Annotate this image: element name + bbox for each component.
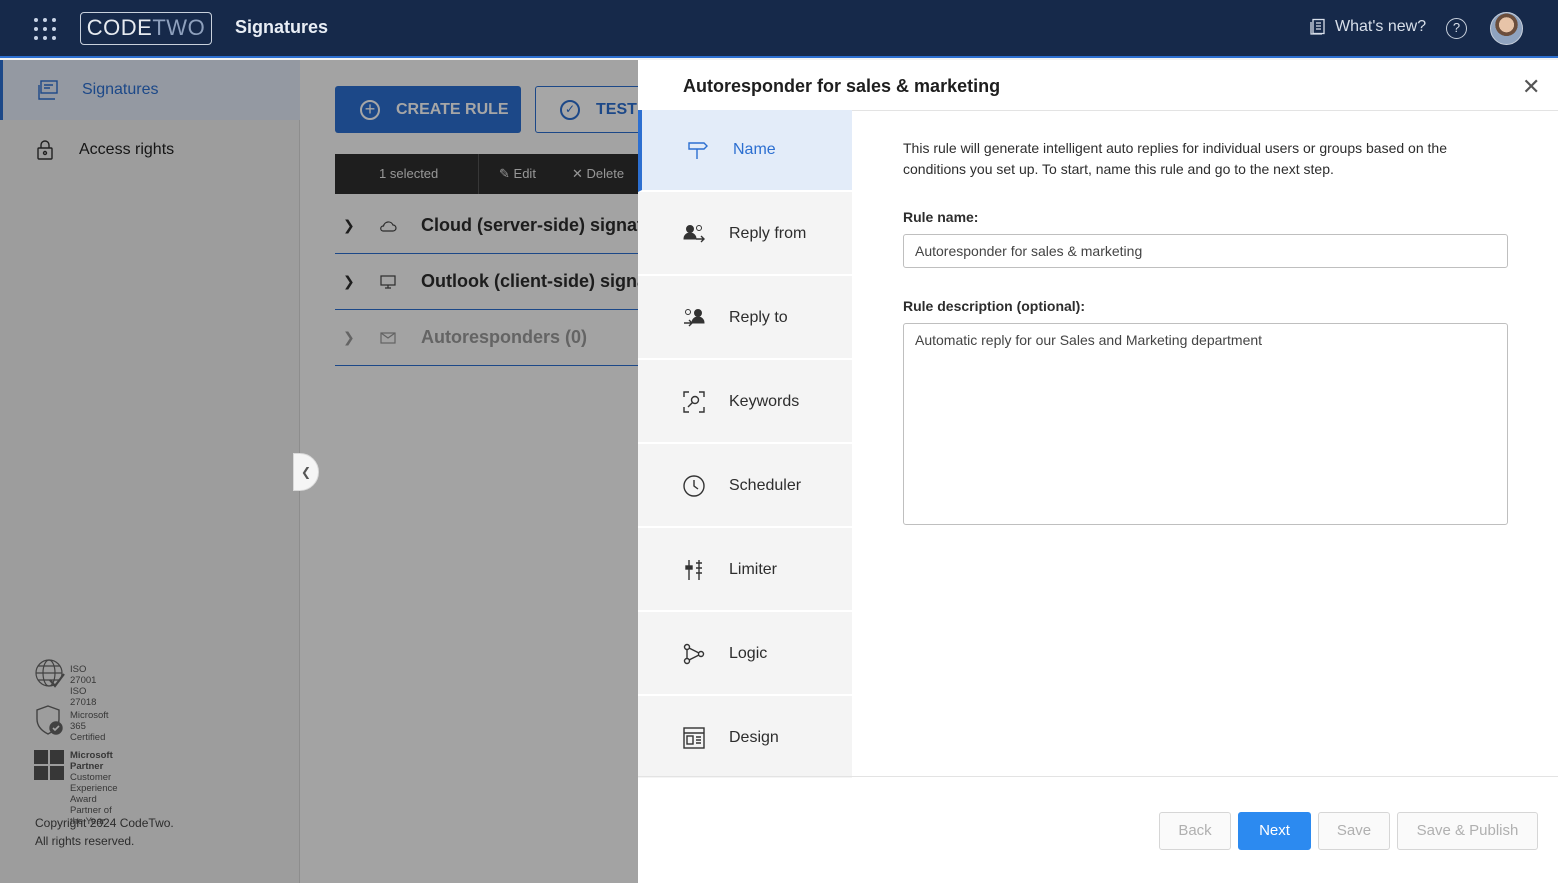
keywords-icon bbox=[683, 391, 705, 413]
next-button[interactable]: Next bbox=[1238, 812, 1311, 850]
chevron-left-icon: ❮ bbox=[300, 465, 312, 479]
rule-description-textarea[interactable]: Automatic reply for our Sales and Market… bbox=[903, 323, 1508, 525]
rule-name-form: This rule will generate intelligent auto… bbox=[903, 138, 1508, 525]
rule-name-label: Rule name: bbox=[903, 209, 979, 225]
step-keywords[interactable]: Keywords bbox=[638, 362, 852, 444]
rule-description-label: Rule description (optional): bbox=[903, 298, 1085, 314]
wizard-steps: Name Reply from Reply to Keywords Schedu… bbox=[638, 110, 852, 780]
codetwo-logo[interactable]: CODETWO bbox=[80, 12, 212, 45]
signpost-icon bbox=[688, 142, 708, 159]
clock-icon bbox=[683, 475, 705, 497]
panel-title: Autoresponder for sales & marketing bbox=[683, 76, 1001, 96]
rule-name-input[interactable]: Autoresponder for sales & marketing bbox=[903, 234, 1508, 268]
back-button[interactable]: Back bbox=[1159, 812, 1231, 850]
step-scheduler[interactable]: Scheduler bbox=[638, 446, 852, 528]
help-icon[interactable]: ? bbox=[1446, 18, 1467, 39]
step-name[interactable]: Name bbox=[638, 110, 852, 192]
user-avatar[interactable] bbox=[1490, 12, 1523, 45]
reply-to-icon bbox=[684, 309, 705, 327]
whats-new-button[interactable]: What's new? bbox=[1309, 18, 1426, 36]
modal-overlay[interactable] bbox=[0, 60, 638, 883]
step-reply-to[interactable]: Reply to bbox=[638, 278, 852, 360]
design-icon bbox=[683, 727, 705, 749]
logic-icon bbox=[683, 643, 705, 665]
save-button[interactable]: Save bbox=[1318, 812, 1390, 850]
app-title: Signatures bbox=[235, 17, 329, 37]
reply-from-icon bbox=[683, 225, 705, 243]
step-reply-from[interactable]: Reply from bbox=[638, 194, 852, 276]
close-icon[interactable]: ✕ bbox=[1522, 76, 1540, 98]
top-bar: CODETWO Signatures What's new? ? bbox=[0, 0, 1558, 58]
intro-text: This rule will generate intelligent auto… bbox=[903, 140, 1447, 177]
news-icon bbox=[1310, 18, 1325, 35]
step-logic[interactable]: Logic bbox=[638, 614, 852, 696]
step-design[interactable]: Design bbox=[638, 698, 852, 780]
limiter-icon bbox=[685, 560, 702, 580]
rule-editor-panel: Autoresponder for sales & marketing ✕ Na… bbox=[638, 60, 1558, 883]
step-limiter[interactable]: Limiter bbox=[638, 530, 852, 612]
save-publish-button[interactable]: Save & Publish bbox=[1397, 812, 1538, 850]
app-launcher-icon[interactable] bbox=[34, 18, 56, 40]
